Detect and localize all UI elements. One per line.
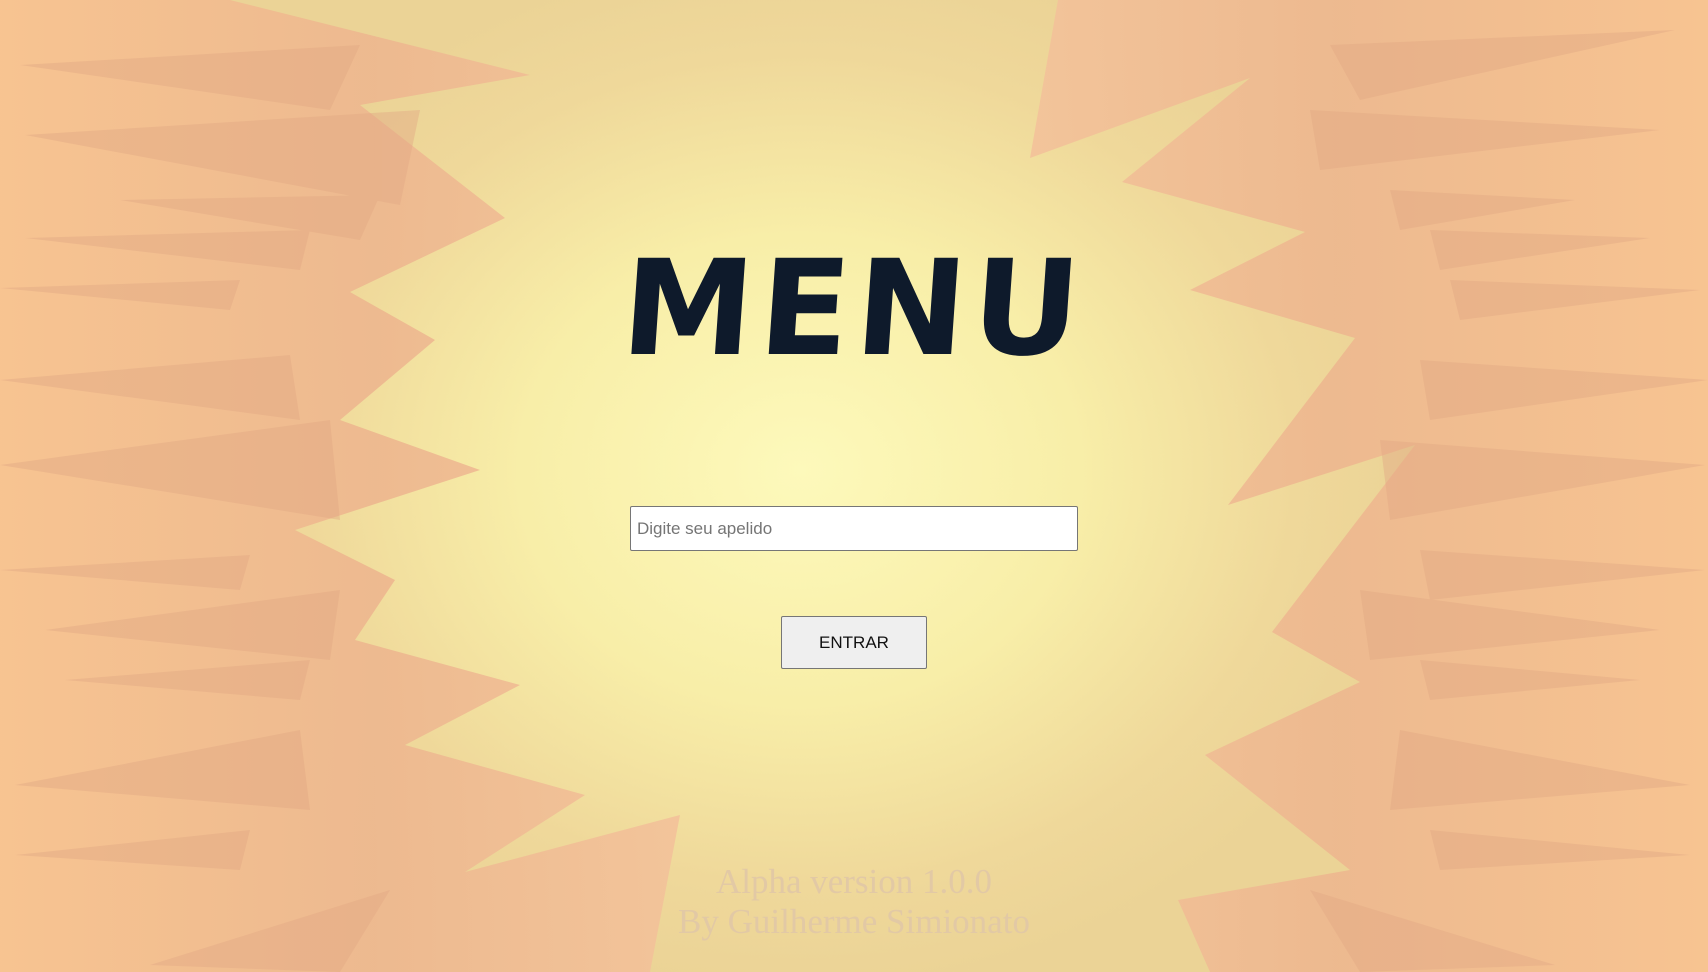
nickname-input[interactable] [630,506,1078,551]
enter-button[interactable]: ENTRAR [781,616,927,669]
version-text: Alpha version 1.0.0 [715,862,993,901]
starburst-background [0,0,1708,972]
footer-credits: Alpha version 1.0.0 By Guilherme Simiona… [0,862,1708,942]
author-text: By Guilherme Simionato [678,902,1030,941]
menu-title: MENU [617,232,1091,386]
